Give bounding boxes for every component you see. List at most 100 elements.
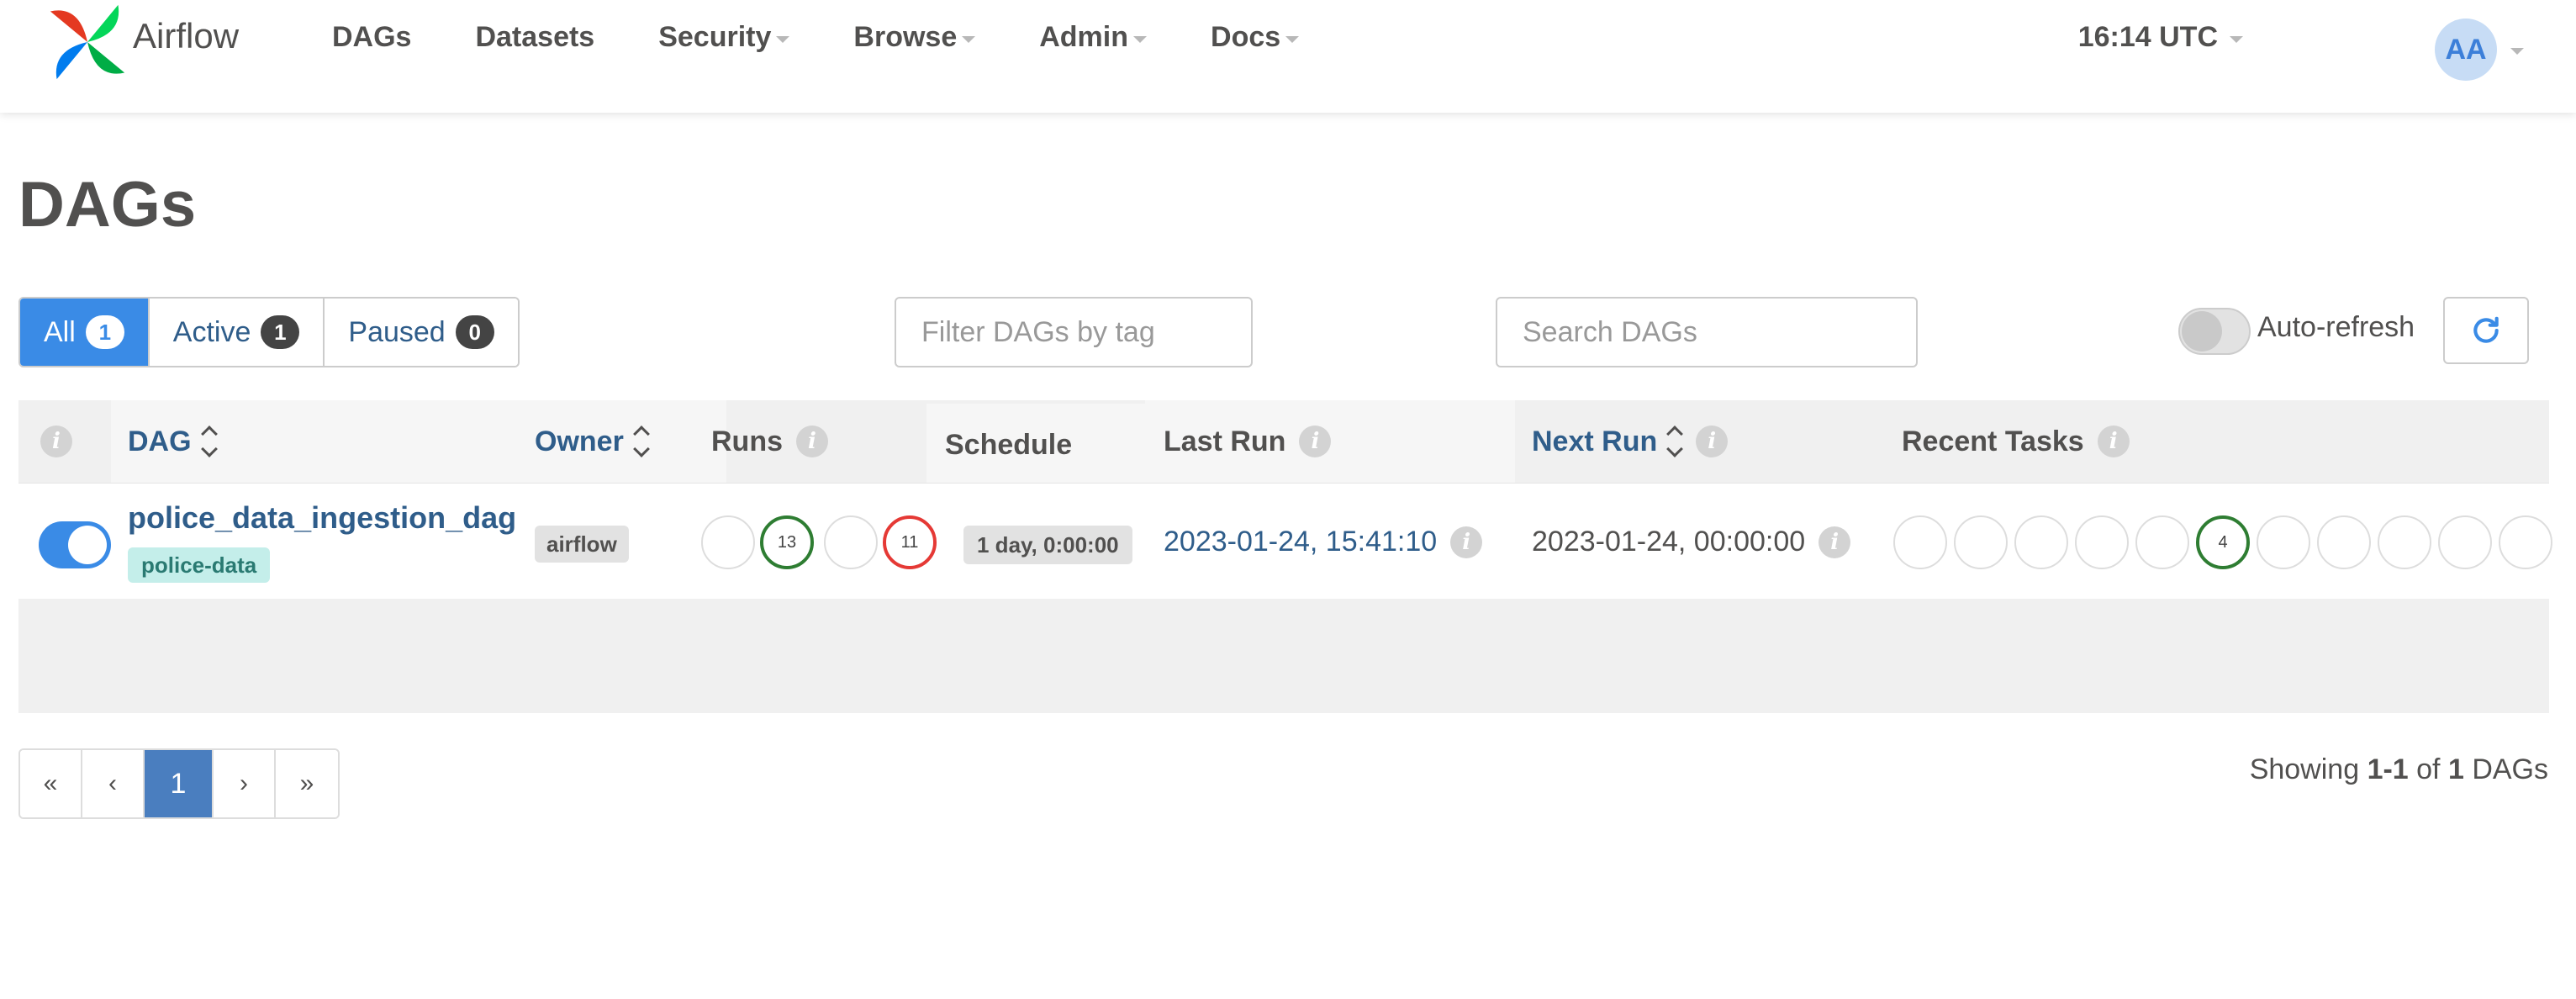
- task-state-circle[interactable]: [2075, 515, 2129, 569]
- nav-browse[interactable]: Browse: [853, 21, 976, 54]
- dag-pause-toggle[interactable]: [39, 521, 111, 568]
- owner-badge[interactable]: airflow: [535, 526, 629, 563]
- nav-security-label: Security: [658, 21, 772, 53]
- task-state-circle[interactable]: [2317, 515, 2371, 569]
- sort-icon: [632, 426, 650, 457]
- chevron-down-icon: [962, 35, 976, 43]
- table-header: i DAG Owner Runs i Schedule Last Run i N…: [18, 400, 2549, 486]
- run-state-circle[interactable]: [701, 515, 755, 569]
- main-nav: DAGs Datasets Security Browse Admin Docs: [332, 21, 1363, 54]
- task-state-circle[interactable]: [1954, 515, 2008, 569]
- run-state-circle[interactable]: 13: [760, 515, 814, 569]
- owner-header-cell[interactable]: Owner: [419, 400, 726, 483]
- info-header-cell: i: [40, 400, 72, 483]
- filter-active-label: Active: [172, 315, 251, 348]
- avatar: AA: [2435, 18, 2497, 81]
- dag-header-label: DAG: [128, 425, 192, 457]
- recent-tasks-header-label: Recent Tasks: [1902, 425, 2084, 457]
- nav-dags[interactable]: DAGs: [332, 21, 411, 54]
- run-state-circle[interactable]: 11: [883, 515, 937, 569]
- page-next-button[interactable]: ›: [214, 750, 276, 817]
- sort-icon: [200, 426, 218, 457]
- nav-docs-label: Docs: [1211, 21, 1281, 53]
- dag-id-link[interactable]: police_data_ingestion_dag: [128, 500, 516, 536]
- filter-paused-button[interactable]: Paused 0: [325, 299, 518, 366]
- runs-header-label: Runs: [711, 425, 783, 457]
- info-icon[interactable]: i: [796, 426, 828, 457]
- status-filter-group: All 1 Active 1 Paused 0: [18, 297, 520, 367]
- toggle-knob: [68, 526, 107, 564]
- dag-tag[interactable]: police-data: [128, 547, 271, 583]
- nav-admin[interactable]: Admin: [1039, 21, 1148, 54]
- last-run-header-cell: Last Run i: [1145, 400, 1515, 483]
- nav-datasets-label: Datasets: [475, 21, 595, 53]
- schedule-badge: 1 day, 0:00:00: [963, 526, 1132, 564]
- info-icon[interactable]: i: [1299, 426, 1332, 457]
- showing-range: 1-1: [2367, 753, 2409, 785]
- info-icon[interactable]: i: [2097, 426, 2130, 457]
- page-last-button[interactable]: »: [276, 750, 338, 817]
- dags-table: i DAG Owner Runs i Schedule Last Run i N…: [18, 400, 2552, 713]
- page-first-button[interactable]: «: [20, 750, 82, 817]
- nav-datasets[interactable]: Datasets: [475, 21, 594, 54]
- run-state-circle[interactable]: [824, 515, 878, 569]
- brand-link[interactable]: Airflow: [47, 0, 239, 84]
- filter-active-count: 1: [261, 315, 300, 349]
- schedule-header-cell: Schedule: [926, 404, 1145, 486]
- nav-dags-label: DAGs: [332, 21, 412, 53]
- filter-all-button[interactable]: All 1: [20, 299, 150, 366]
- task-state-circle[interactable]: [2135, 515, 2189, 569]
- filter-paused-label: Paused: [348, 315, 446, 348]
- clock-label: 16:14 UTC: [2077, 21, 2218, 53]
- task-state-circle[interactable]: [1893, 515, 1947, 569]
- last-run-link[interactable]: 2023-01-24, 15:41:10: [1164, 526, 1437, 558]
- info-icon[interactable]: i: [1450, 526, 1483, 558]
- owner-header-label: Owner: [535, 425, 624, 457]
- timezone-dropdown[interactable]: 16:14 UTC: [2078, 21, 2243, 54]
- showing-prefix: Showing: [2249, 753, 2367, 785]
- last-run-header-label: Last Run: [1164, 425, 1286, 457]
- showing-count: Showing 1-1 of 1 DAGs: [2250, 753, 2548, 786]
- info-icon[interactable]: i: [1819, 526, 1851, 558]
- auto-refresh-toggle[interactable]: [2178, 308, 2251, 355]
- user-menu[interactable]: AA: [2435, 18, 2524, 81]
- nav-browse-label: Browse: [853, 21, 958, 53]
- chevron-down-icon: [2510, 48, 2524, 55]
- navbar: Airflow DAGs Datasets Security Browse Ad…: [0, 0, 2576, 113]
- nav-docs[interactable]: Docs: [1211, 21, 1300, 54]
- last-run-cell: 2023-01-24, 15:41:10 i: [1164, 526, 1483, 558]
- showing-total: 1: [2447, 753, 2464, 785]
- dag-header-cell[interactable]: DAG: [111, 400, 419, 483]
- task-state-circle[interactable]: [2014, 515, 2068, 569]
- recent-tasks-header-cell: Recent Tasks i: [1902, 400, 2130, 483]
- tag-filter-input[interactable]: [895, 297, 1253, 367]
- task-state-circle[interactable]: 4: [2196, 515, 2250, 569]
- refresh-button[interactable]: [2443, 297, 2529, 364]
- task-state-circle[interactable]: [2378, 515, 2431, 569]
- brand-name: Airflow: [133, 16, 240, 56]
- showing-suffix: DAGs: [2463, 753, 2548, 785]
- table-empty-space: [18, 599, 2549, 713]
- nav-security[interactable]: Security: [658, 21, 790, 54]
- page-prev-button[interactable]: ‹: [82, 750, 145, 817]
- dag-search-input[interactable]: [1496, 297, 1918, 367]
- page-current-button[interactable]: 1: [145, 750, 214, 817]
- refresh-icon: [2473, 316, 2499, 343]
- auto-refresh-label: Auto-refresh: [2257, 311, 2415, 343]
- task-state-circle[interactable]: [2257, 515, 2310, 569]
- chevron-down-icon: [1285, 35, 1300, 43]
- filter-active-button[interactable]: Active 1: [149, 299, 325, 366]
- info-icon[interactable]: i: [40, 426, 72, 457]
- showing-of: of: [2408, 753, 2448, 785]
- task-state-circle[interactable]: [2438, 515, 2492, 569]
- next-run-header-label: Next Run: [1532, 425, 1658, 457]
- info-icon[interactable]: i: [1696, 426, 1729, 457]
- airflow-logo-icon: [50, 4, 125, 80]
- table-row: police_data_ingestion_dag police-data ai…: [18, 483, 2552, 599]
- next-run-header-cell[interactable]: Next Run i: [1532, 400, 1729, 483]
- page-title: DAGs: [18, 169, 197, 240]
- schedule-header-label: Schedule: [945, 428, 1073, 461]
- task-state-circle[interactable]: [2499, 515, 2552, 569]
- sort-icon: [1666, 426, 1684, 457]
- chevron-down-icon: [776, 35, 790, 43]
